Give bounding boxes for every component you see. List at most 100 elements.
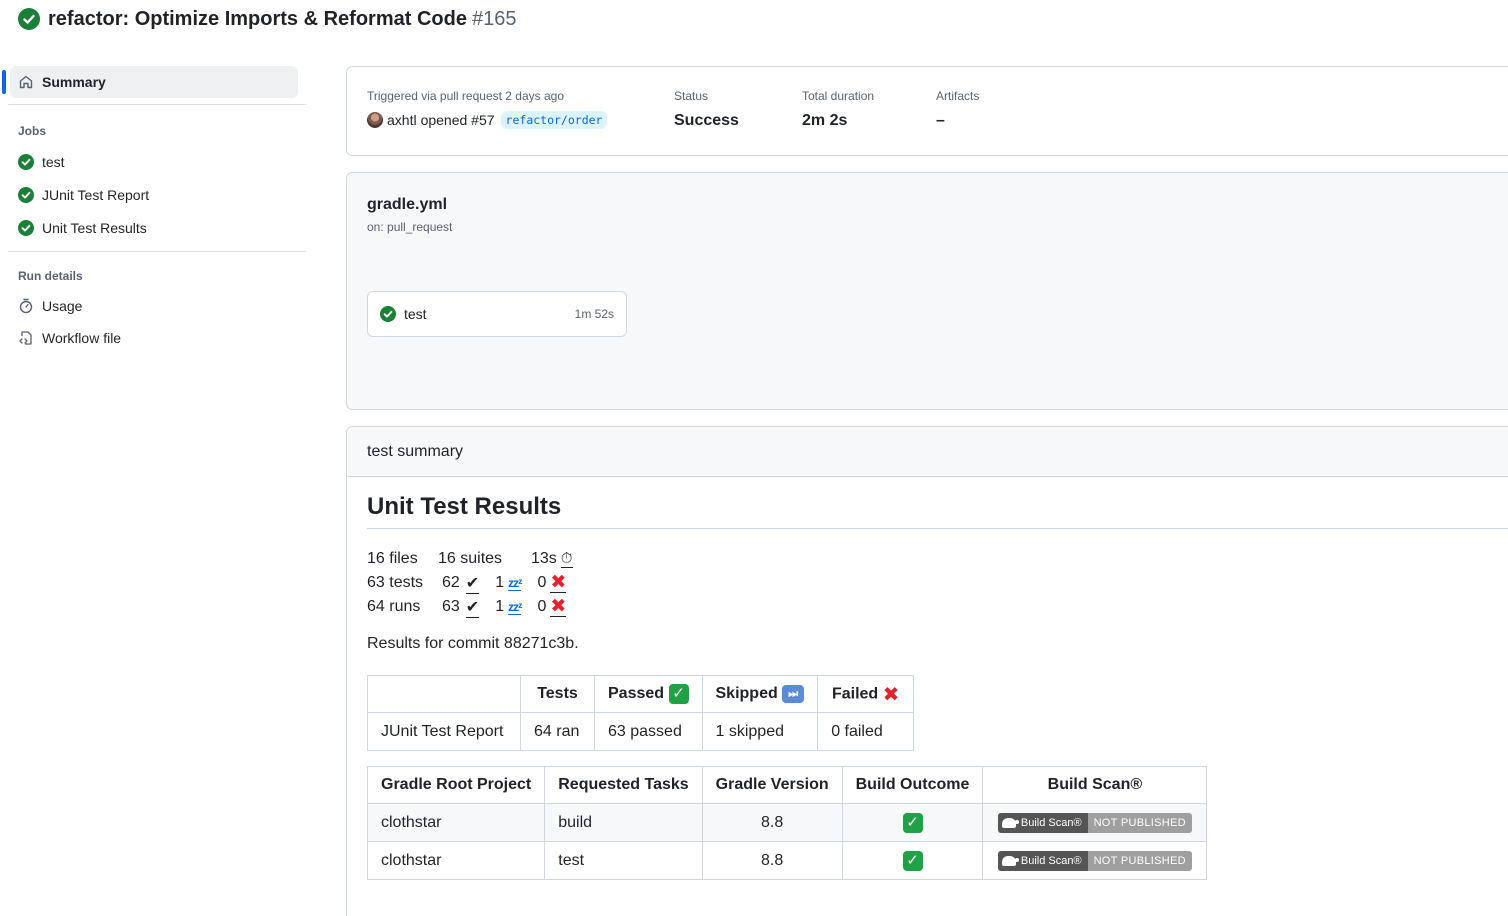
table-cell: 8.8 (701, 803, 843, 842)
gradle-build-table: Gradle Root Project Requested Tasks Grad… (366, 766, 1208, 880)
skipped-zzz-icon[interactable]: zzᶻ (508, 576, 522, 591)
commit-results-text: Results for commit 88271c3b. (367, 635, 579, 652)
stat-line-files: 16 files 16 suites 13s ⏱ (367, 547, 1508, 571)
files-count[interactable]: 16 files (367, 550, 438, 568)
run-number: #165 (471, 7, 517, 30)
table-header: Build Scan® (982, 766, 1208, 804)
trigger-info: Triggered via pull request 2 days ago ax… (367, 89, 608, 129)
table-header (367, 675, 521, 713)
success-check-icon (18, 8, 40, 30)
job-name: test (404, 306, 427, 322)
cross-mark-icon: ✖ (882, 683, 900, 706)
failed-count: 0 (537, 598, 547, 615)
trigger-action[interactable]: opened #57 (421, 112, 495, 128)
stopwatch-icon (19, 298, 33, 313)
artifacts-info: Artifacts – (936, 89, 979, 130)
summary-title: Unit Test Results (367, 493, 1508, 529)
stat-line-tests: 63 tests 62 ✔ 1 zzᶻ 0 ✖ (367, 571, 1508, 595)
run-title: refactor: Optimize Imports & Reformat Co… (48, 7, 467, 30)
table-header: Gradle Root Project (366, 766, 546, 804)
sidebar-item-label: Usage (42, 297, 83, 314)
workflow-trigger: on: pull_request (367, 220, 453, 234)
run-details-heading: Run details (18, 269, 83, 283)
sidebar-item-label: Summary (42, 74, 106, 90)
active-indicator (2, 70, 6, 94)
sidebar-item-label: JUnit Test Report (42, 186, 150, 203)
failed-x-icon[interactable]: ✖ (550, 573, 567, 593)
sidebar-item-usage[interactable]: Usage (0, 289, 306, 322)
workflow-file-name: gradle.yml (367, 196, 448, 213)
tests-count: 63 tests (367, 574, 424, 591)
check-mark-icon: ✓ (902, 850, 923, 871)
artifacts-value: – (936, 112, 945, 129)
failed-count: 0 (537, 574, 547, 591)
duration-label: Total duration (802, 89, 875, 103)
sidebar-item-label: Workflow file (42, 329, 122, 346)
status-info: Status Success (674, 89, 739, 130)
summary-content: Unit Test Results 16 files 16 suites 13s… (366, 493, 1508, 880)
table-cell: clothstar (366, 841, 546, 880)
check-mark-icon: ✓ (668, 684, 689, 704)
table-cell: Build Scan® NOT PUBLISHED (982, 803, 1208, 842)
job-card-test[interactable]: test 1m 52s (367, 291, 627, 337)
table-row: clothstar build 8.8 ✓ Build Scan® NOT PU… (366, 803, 1208, 842)
build-scan-badge[interactable]: Build Scan® NOT PUBLISHED (997, 850, 1192, 871)
build-scan-badge[interactable]: Build Scan® NOT PUBLISHED (997, 812, 1192, 833)
file-code-icon (19, 330, 32, 345)
sidebar-job-junit-test-report[interactable]: JUnit Test Report (0, 178, 306, 211)
skipped-zzz-icon[interactable]: zzᶻ (508, 600, 522, 615)
sidebar: Summary Jobs test JUnit Test Report Unit… (0, 66, 306, 354)
success-check-icon (18, 153, 34, 170)
skipped-count: 1 (495, 574, 505, 591)
success-check-icon (18, 219, 34, 236)
sidebar-item-label: test (42, 153, 65, 170)
summary-heading: test summary (347, 427, 1508, 477)
stat-line-runs: 64 runs 63 ✔ 1 zzᶻ 0 ✖ (367, 595, 1508, 619)
gradle-elephant-icon (1001, 817, 1019, 828)
skip-forward-icon: ⏭ (782, 684, 805, 703)
suites-count: 16 suites (438, 550, 503, 567)
duration-value: 2m 2s (802, 112, 848, 129)
divider (8, 104, 306, 105)
passed-check-icon[interactable]: ✔ (465, 597, 480, 618)
sidebar-item-label: Unit Test Results (42, 219, 147, 236)
gradle-elephant-icon (1001, 855, 1019, 866)
table-cell: 1 skipped (701, 712, 819, 751)
table-header: Failed ✖ (817, 675, 915, 713)
duration-count: 13s (531, 550, 557, 567)
table-header-row: Tests Passed ✓ Skipped ⏭ Failed ✖ (367, 675, 915, 713)
table-header: Requested Tasks (544, 766, 703, 804)
jobs-heading: Jobs (18, 124, 47, 138)
artifacts-label: Artifacts (936, 89, 980, 103)
stopwatch-icon[interactable]: ⏱ (560, 550, 573, 568)
avatar[interactable] (367, 112, 383, 128)
run-info-panel: Triggered via pull request 2 days ago ax… (346, 66, 1508, 156)
trigger-label: Triggered via pull request 2 days ago (367, 89, 565, 103)
table-cell: ✓ (841, 841, 984, 880)
table-header: Passed ✓ (594, 675, 703, 713)
table-cell: 0 failed (817, 712, 915, 751)
table-cell: 64 ran (520, 712, 595, 751)
status-label: Status (674, 89, 709, 103)
job-duration: 1m 52s (574, 307, 614, 321)
table-header: Tests (520, 675, 595, 713)
sidebar-job-test[interactable]: test (0, 145, 306, 178)
trigger-user[interactable]: axhtl (387, 112, 417, 128)
sidebar-job-unit-test-results[interactable]: Unit Test Results (0, 211, 306, 244)
table-header: Gradle Version (701, 766, 843, 804)
runs-count: 64 runs (367, 598, 421, 615)
table-header: Build Outcome (841, 766, 984, 804)
table-cell: 8.8 (701, 841, 843, 880)
run-header: refactor: Optimize Imports & Reformat Co… (18, 7, 516, 31)
check-mark-icon: ✓ (902, 812, 923, 833)
table-cell: ✓ (841, 803, 984, 842)
passed-check-icon[interactable]: ✔ (465, 573, 480, 594)
job-summary-panel: test summary Unit Test Results 16 files … (346, 426, 1508, 916)
sidebar-item-workflow-file[interactable]: Workflow file (0, 321, 306, 354)
failed-x-icon[interactable]: ✖ (550, 597, 567, 617)
table-header-row: Gradle Root Project Requested Tasks Grad… (366, 766, 1208, 804)
sidebar-item-summary[interactable]: Summary (2, 66, 298, 98)
skipped-count: 1 (495, 598, 505, 615)
success-check-icon (380, 306, 396, 322)
branch-label[interactable]: refactor/order (500, 111, 608, 129)
